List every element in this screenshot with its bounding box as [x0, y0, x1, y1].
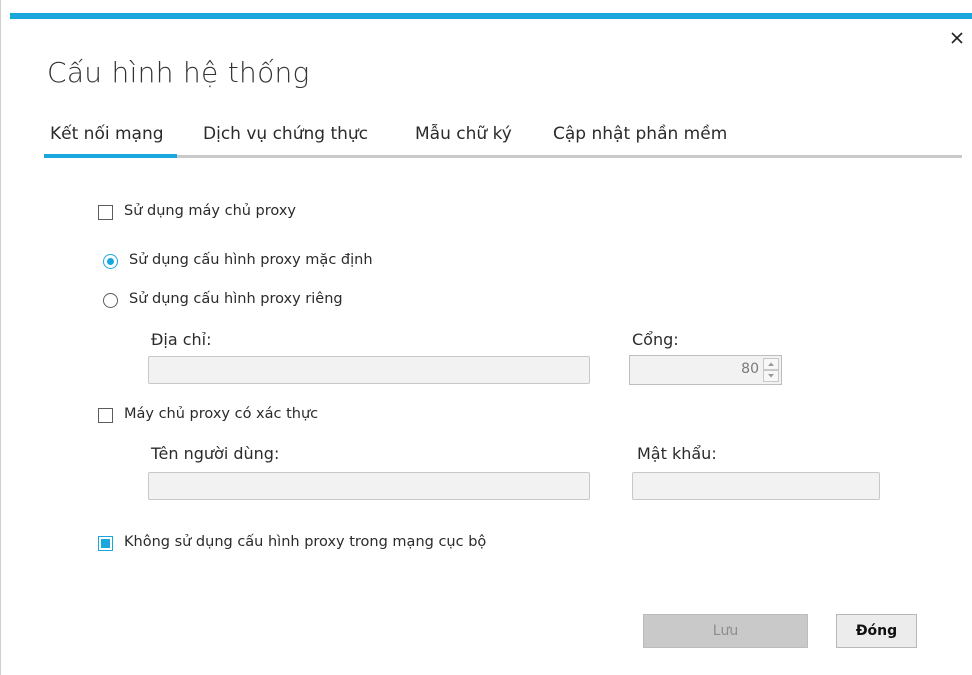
active-tab-indicator	[44, 154, 177, 158]
username-label: Tên người dùng:	[151, 444, 280, 463]
auth-proxy-checkbox[interactable]	[98, 408, 113, 423]
default-proxy-radio[interactable]	[103, 254, 118, 269]
custom-proxy-radio[interactable]	[103, 293, 118, 308]
port-stepper[interactable]: 80	[629, 355, 782, 385]
bypass-local-label: Không sử dụng cấu hình proxy trong mạng …	[124, 534, 487, 550]
password-label: Mật khẩu:	[637, 444, 717, 463]
title-accent-bar	[10, 13, 972, 19]
default-proxy-label: Sử dụng cấu hình proxy mặc định	[129, 252, 373, 268]
tab-signature-template[interactable]: Mẫu chữ ký	[415, 124, 512, 144]
port-label: Cổng:	[632, 330, 679, 349]
bypass-local-checkbox[interactable]	[98, 536, 113, 551]
password-input[interactable]	[632, 472, 880, 500]
port-decrement-icon[interactable]	[763, 370, 779, 382]
username-input[interactable]	[148, 472, 590, 500]
auth-proxy-label: Máy chủ proxy có xác thực	[124, 406, 319, 422]
close-button[interactable]: Đóng	[836, 614, 917, 648]
use-proxy-checkbox[interactable]	[98, 205, 113, 220]
tab-track	[44, 155, 962, 158]
custom-proxy-label: Sử dụng cấu hình proxy riêng	[129, 291, 343, 307]
port-increment-icon[interactable]	[763, 358, 779, 370]
dialog-title: Cấu hình hệ thống	[47, 56, 310, 89]
tab-certificate-service[interactable]: Dịch vụ chứng thực	[203, 124, 368, 144]
port-value: 80	[741, 361, 759, 377]
close-icon[interactable]	[944, 25, 970, 51]
tab-bar: Kết nối mạng Dịch vụ chứng thực Mẫu chữ …	[44, 124, 962, 160]
window-border	[0, 0, 1, 675]
address-input[interactable]	[148, 356, 590, 384]
save-button[interactable]: Lưu	[643, 614, 808, 648]
tab-network[interactable]: Kết nối mạng	[50, 124, 164, 144]
use-proxy-label: Sử dụng máy chủ proxy	[124, 203, 296, 219]
address-label: Địa chỉ:	[151, 330, 212, 349]
tab-software-update[interactable]: Cập nhật phần mềm	[553, 124, 727, 144]
